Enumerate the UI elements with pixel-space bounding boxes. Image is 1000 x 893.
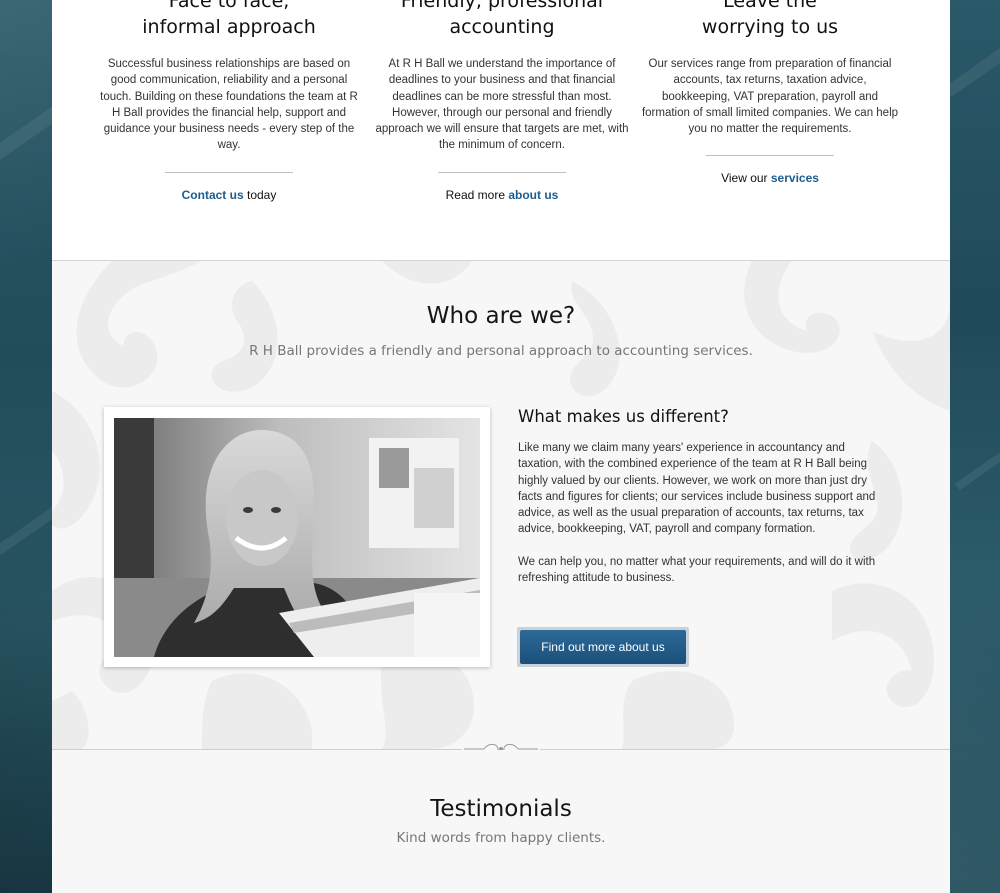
- about-heading: What makes us different?: [518, 407, 729, 426]
- services-section: Face to face, informal approach Successf…: [52, 0, 950, 261]
- service-text: At R H Ball we understand the importance…: [375, 58, 629, 152]
- divider: [706, 155, 834, 157]
- about-us-link[interactable]: about us: [508, 188, 558, 202]
- photo-illustration: [114, 418, 480, 657]
- service-column-face-to-face: Face to face, informal approach Successf…: [99, 0, 359, 202]
- about-paragraph: We can help you, no matter what your req…: [518, 555, 876, 585]
- service-cta: Contact us today: [181, 187, 277, 202]
- about-paragraph: Like many we claim many years' experienc…: [518, 442, 876, 536]
- service-title: Leave the worrying to us: [701, 0, 839, 38]
- service-title: Friendly, professional accounting: [400, 0, 604, 38]
- service-text: Successful business relationships are ba…: [100, 58, 358, 152]
- contact-us-link[interactable]: Contact us: [182, 188, 244, 202]
- testimonials-subheading: Kind words from happy clients.: [396, 830, 606, 846]
- divider: [165, 171, 293, 173]
- left-background-photo: [0, 0, 85, 893]
- testimonials-heading: Testimonials: [430, 796, 572, 822]
- testimonials-section: Testimonials Kind words from happy clien…: [52, 750, 950, 893]
- page-content: Face to face, informal approach Successf…: [52, 0, 950, 893]
- right-background-photo: [944, 0, 1000, 893]
- who-are-we-section: Who are we? R H Ball provides a friendly…: [52, 261, 950, 750]
- about-block: What makes us different? Like many we cl…: [518, 407, 890, 586]
- divider: [438, 171, 566, 173]
- smiling-woman-photo: [114, 418, 480, 657]
- who-subheading: R H Ball provides a friendly and persona…: [249, 343, 753, 359]
- who-heading: Who are we?: [426, 303, 576, 329]
- services-link[interactable]: services: [771, 171, 819, 185]
- team-photo-frame: [104, 407, 490, 667]
- service-column-worrying: Leave the worrying to us Our services ra…: [640, 0, 900, 185]
- service-cta: View our services: [721, 171, 819, 186]
- service-column-friendly: Friendly, professional accounting At R H…: [372, 0, 632, 202]
- service-cta: Read more about us: [445, 187, 559, 202]
- find-out-more-button[interactable]: Find out more about us: [520, 630, 686, 664]
- service-title: Face to face, informal approach: [142, 0, 316, 38]
- service-text: Our services range from preparation of f…: [641, 58, 899, 136]
- find-out-more-button-frame: Find out more about us: [517, 627, 689, 667]
